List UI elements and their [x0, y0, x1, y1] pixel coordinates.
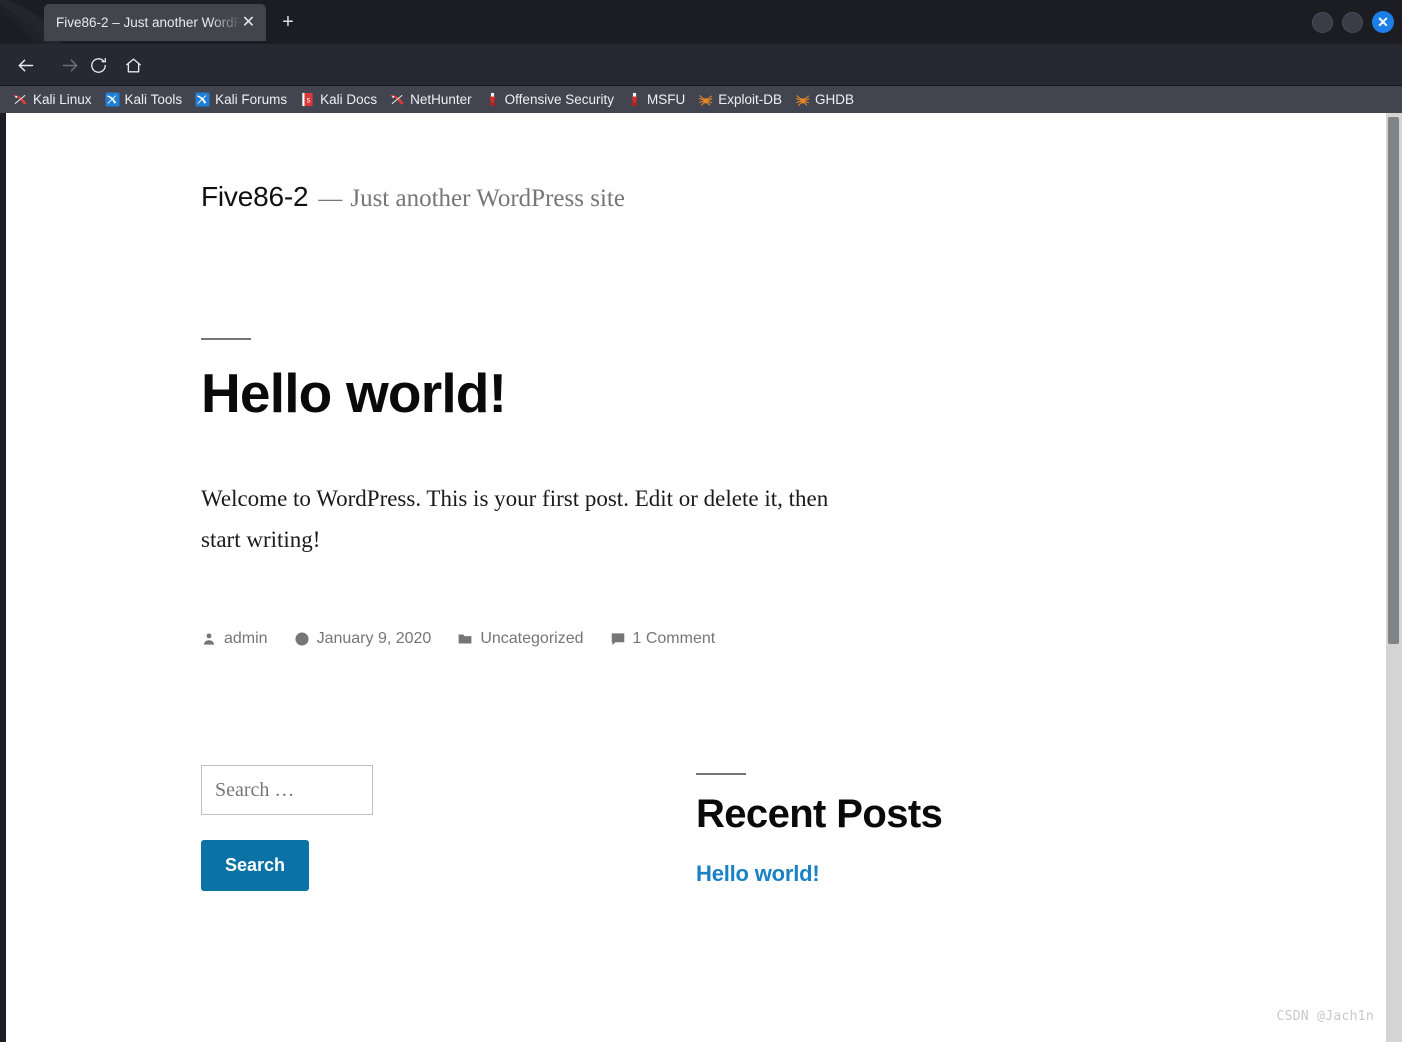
- post-meta: admin January 9, 2020 Uncategorized 1 Co…: [201, 630, 1101, 648]
- bookmark-ghdb[interactable]: GHDB: [795, 92, 854, 107]
- recent-posts-title: Recent Posts: [696, 792, 943, 836]
- recent-posts-widget: Recent Posts Hello world!: [696, 773, 1136, 887]
- red-test-tube-icon: [489, 92, 495, 106]
- bookmark-label: GHDB: [815, 92, 855, 107]
- search-submit-button[interactable]: Search: [201, 840, 310, 891]
- bookmark-label: Kali Tools: [124, 92, 183, 107]
- page-scrollbar[interactable]: [1386, 113, 1402, 1042]
- bookmark-msfu[interactable]: MSFU: [627, 92, 685, 107]
- bookmarks-bar: Kali Linux Kali Tools Kali Forums s Kali…: [0, 86, 1402, 113]
- clock-icon: [295, 632, 309, 646]
- scrollbar-thumb[interactable]: [1388, 117, 1399, 644]
- close-window-button[interactable]: ✕: [1372, 11, 1394, 33]
- post-title: Hello world!: [201, 362, 507, 424]
- home-icon[interactable]: [120, 52, 147, 79]
- bookmark-exploit-db[interactable]: Exploit-DB: [698, 92, 782, 107]
- browser-window: Five86-2 – Just another WordPress site ✕…: [0, 0, 1402, 1042]
- red-book-icon: s: [302, 92, 313, 107]
- navigation-toolbar: 192.168.74.137: [0, 44, 1402, 125]
- svg-text:s: s: [307, 95, 311, 104]
- forward-arrow-icon: [57, 52, 84, 79]
- tab-close-icon[interactable]: ✕: [240, 14, 257, 31]
- folder-icon: [458, 634, 472, 644]
- red-test-tube-icon: [631, 92, 638, 106]
- maximize-button[interactable]: [1342, 11, 1363, 33]
- site-title-link[interactable]: Five86-2: [201, 181, 309, 213]
- meta-comments[interactable]: 1 Comment: [610, 629, 716, 648]
- meta-author-label: admin: [224, 629, 268, 647]
- bookmark-nethunter[interactable]: NetHunter: [390, 92, 472, 107]
- bookmark-label: Offensive Security: [504, 92, 614, 107]
- bookmark-label: Kali Forums: [215, 92, 288, 107]
- search-widget: Search: [201, 765, 641, 891]
- bookmark-label: Kali Docs: [320, 92, 378, 107]
- window-controls: ✕: [1312, 11, 1394, 33]
- kali-dragon-red-icon: [13, 94, 27, 105]
- meta-date-label: January 9, 2020: [316, 629, 432, 647]
- page-viewport: Five86-2 — Just another WordPress site H…: [6, 113, 1396, 1042]
- site-branding: Five86-2 — Just another WordPress site: [201, 181, 625, 213]
- bookmark-label: Exploit-DB: [718, 92, 783, 107]
- kali-dragon-red-icon: [391, 94, 404, 105]
- bookmark-kali-linux[interactable]: Kali Linux: [13, 92, 92, 107]
- minimize-button[interactable]: [1312, 11, 1333, 33]
- person-icon: [204, 633, 214, 645]
- orange-spider-icon: [795, 95, 810, 106]
- title-bar: Five86-2 – Just another WordPress site ✕…: [0, 0, 1402, 44]
- site-description: Just another WordPress site: [350, 185, 625, 212]
- bookmark-kali-tools[interactable]: Kali Tools: [105, 92, 183, 107]
- orange-spider-icon: [699, 95, 713, 106]
- bookmark-kali-forums[interactable]: Kali Forums: [195, 92, 287, 107]
- meta-category-label: Uncategorized: [480, 629, 584, 647]
- widget-divider: [696, 773, 746, 775]
- new-tab-button[interactable]: +: [276, 10, 300, 34]
- bookmark-label: NetHunter: [410, 92, 472, 107]
- recent-post-link[interactable]: Hello world!: [696, 861, 1136, 887]
- post-article: Hello world! Welcome to WordPress. This …: [201, 338, 1101, 648]
- meta-author[interactable]: admin: [201, 630, 268, 648]
- browser-tab[interactable]: Five86-2 – Just another WordPress site ✕: [44, 4, 266, 41]
- reload-icon[interactable]: [85, 52, 112, 79]
- bookmark-label: MSFU: [646, 92, 686, 107]
- back-arrow-icon[interactable]: [12, 52, 39, 79]
- screenshot-watermark: CSDN @Jach1n: [1276, 1009, 1374, 1024]
- wordpress-page: Five86-2 — Just another WordPress site H…: [6, 113, 1396, 1042]
- meta-comments-label: 1 Comment: [632, 629, 716, 647]
- bookmark-label: Kali Linux: [33, 92, 92, 107]
- meta-category[interactable]: Uncategorized: [457, 629, 584, 648]
- post-body-text: Welcome to WordPress. This is your first…: [201, 486, 829, 552]
- title-divider: [201, 338, 251, 340]
- meta-date[interactable]: January 9, 2020: [294, 629, 432, 648]
- bookmark-kali-docs[interactable]: s Kali Docs: [300, 92, 377, 107]
- tab-title: Five86-2 – Just another WordPress site: [56, 15, 248, 30]
- kali-dragon-blue-icon: [195, 92, 210, 107]
- bookmark-offensive-security[interactable]: Offensive Security: [485, 92, 614, 107]
- search-input[interactable]: [201, 765, 373, 815]
- kali-dragon-blue-icon: [105, 92, 120, 107]
- comment-bubble-icon: [611, 633, 624, 645]
- site-separator: —: [318, 186, 343, 212]
